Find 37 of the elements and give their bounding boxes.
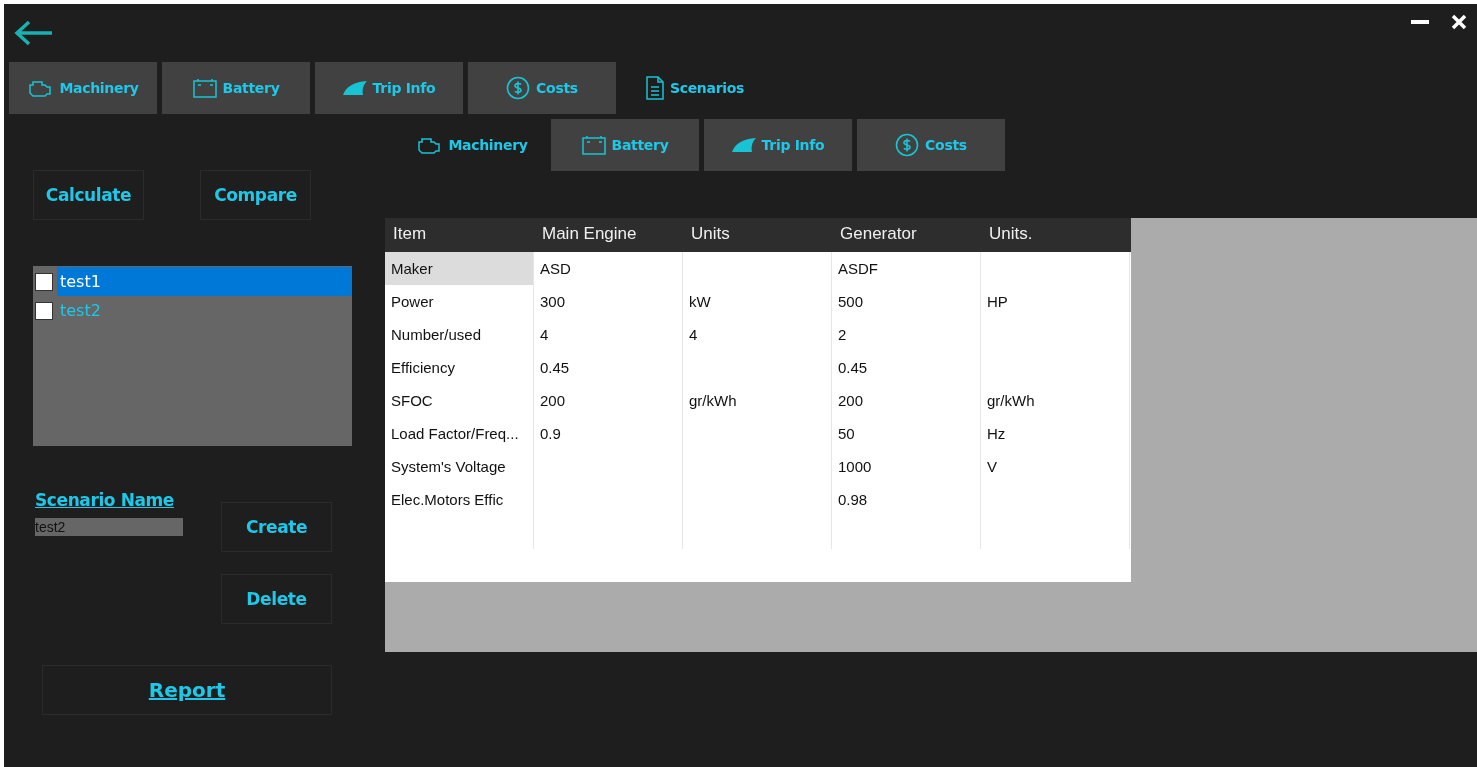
column-header: Generator [839,223,918,245]
table-cell: Maker [385,252,534,285]
action-button[interactable]: Compare [200,170,311,220]
engine-icon [416,136,443,154]
dollar-icon [895,133,920,157]
tab[interactable]: Battery [162,62,310,114]
close-icon[interactable] [1451,14,1467,30]
tab[interactable]: Trip Info [315,62,463,114]
tab[interactable]: Scenarios [621,62,769,114]
battery-icon [581,135,606,155]
scenario-button[interactable]: Delete [221,574,332,624]
action-button[interactable]: Calculate [33,170,144,220]
column-header: Item [392,223,428,245]
checkbox[interactable] [35,301,53,320]
tab[interactable]: Costs [857,119,1005,171]
engine-icon [27,79,54,97]
tab[interactable]: Battery [551,119,699,171]
scenario-name-link[interactable]: Scenario Name [35,490,221,510]
tab[interactable]: Trip Info [704,119,852,171]
list-item[interactable]: test1 [57,267,352,296]
column-header: Units [690,223,731,245]
document-icon [645,76,664,100]
dollar-icon [506,76,531,100]
name-input-field[interactable]: test2 [35,518,183,536]
scenario-button[interactable]: Create [221,502,332,552]
battery-icon [192,78,217,98]
report-link[interactable]: Report [42,665,332,715]
tab[interactable]: Costs [468,62,616,114]
checkbox[interactable] [35,272,53,291]
fin-icon [731,138,756,152]
fin-icon [342,81,367,95]
column-header: Units. [988,223,1034,245]
column-header: Main Engine [541,223,638,245]
tab[interactable]: Machinery [398,119,546,171]
list-item[interactable]: test2 [57,296,352,325]
tab[interactable]: Machinery [9,62,157,114]
back-arrow-icon[interactable] [14,20,54,46]
